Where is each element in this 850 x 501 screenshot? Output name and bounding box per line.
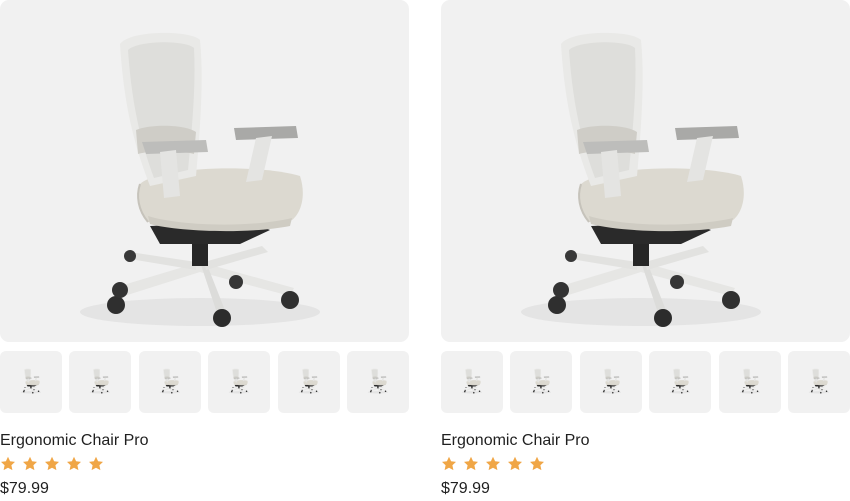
star-rating [0,456,104,472]
thumbnail[interactable] [510,351,572,413]
thumbnail[interactable] [0,351,62,413]
star-icon [67,456,81,471]
office-chair-thumbnail-image [228,368,250,394]
office-chair-thumbnail-image [600,368,622,394]
thumbnail[interactable] [139,351,201,413]
thumbnail-strip [441,351,850,413]
thumbnail[interactable] [69,351,131,413]
office-chair-image [520,31,762,329]
star-icon [23,456,37,471]
product-card[interactable]: Ergonomic Chair Pro $79.99 [0,0,410,501]
product-main-image[interactable] [0,0,409,342]
product-card[interactable]: Ergonomic Chair Pro $79.99 [441,0,850,501]
office-chair-thumbnail-image [89,368,111,394]
star-icon [530,456,544,471]
thumbnail[interactable] [441,351,503,413]
star-icon [508,456,522,471]
office-chair-thumbnail-image [461,368,483,394]
star-icon [1,456,15,471]
star-icon [486,456,500,471]
office-chair-thumbnail-image [530,368,552,394]
office-chair-thumbnail-image [739,368,761,394]
product-main-image[interactable] [441,0,850,342]
thumbnail[interactable] [580,351,642,413]
office-chair-thumbnail-image [367,368,389,394]
thumbnail[interactable] [208,351,270,413]
product-price: $79.99 [441,480,490,497]
office-chair-thumbnail-image [20,368,42,394]
star-icon [89,456,103,471]
star-icon [464,456,478,471]
star-rating [441,456,545,472]
product-price: $79.99 [0,480,49,497]
product-title[interactable]: Ergonomic Chair Pro [441,431,590,451]
star-icon [45,456,59,471]
star-icon [442,456,456,471]
thumbnail[interactable] [649,351,711,413]
thumbnail[interactable] [788,351,850,413]
office-chair-thumbnail-image [159,368,181,394]
thumbnail-strip [0,351,410,413]
office-chair-image [79,31,321,329]
product-title[interactable]: Ergonomic Chair Pro [0,431,149,451]
office-chair-thumbnail-image [669,368,691,394]
office-chair-thumbnail-image [298,368,320,394]
thumbnail[interactable] [719,351,781,413]
office-chair-thumbnail-image [808,368,830,394]
thumbnail[interactable] [347,351,409,413]
thumbnail[interactable] [278,351,340,413]
